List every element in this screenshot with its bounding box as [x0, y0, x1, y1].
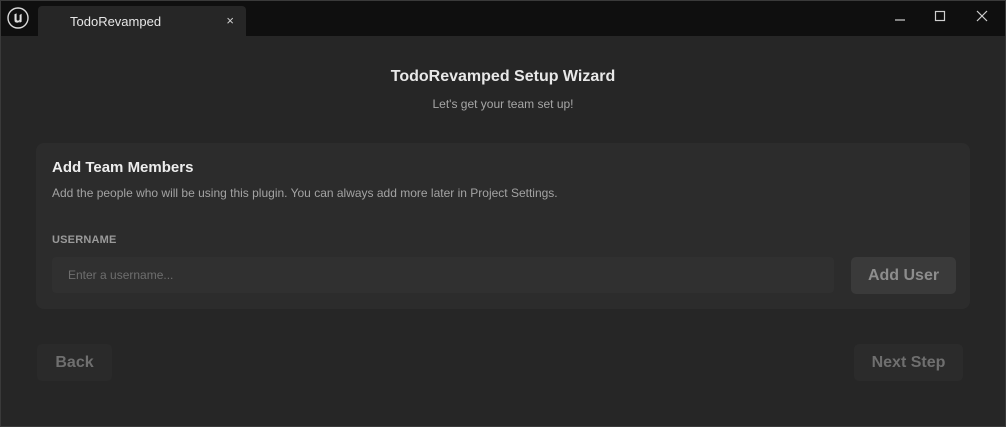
tab-label: TodoRevamped: [70, 14, 162, 29]
wizard-subtitle: Let's get your team set up!: [432, 97, 574, 111]
card-description: Add the people who will be using this pl…: [52, 186, 558, 200]
tab-todorevamped[interactable]: TodoRevamped ×: [38, 6, 246, 36]
unreal-engine-logo-icon: [7, 7, 29, 29]
maximize-button[interactable]: [920, 1, 960, 31]
close-window-button[interactable]: [962, 1, 1002, 31]
close-icon: [976, 10, 988, 22]
title-bar: TodoRevamped ×: [1, 1, 1005, 36]
tab-close-icon[interactable]: ×: [226, 13, 234, 28]
card-title: Add Team Members: [52, 159, 194, 176]
username-label: USERNAME: [52, 234, 117, 246]
app-window: TodoRevamped × TodoRevamped Setup Wizard…: [0, 0, 1006, 427]
add-user-button[interactable]: Add User: [851, 257, 956, 294]
wizard-title: TodoRevamped Setup Wizard: [390, 68, 616, 85]
add-team-members-card: Add Team Members Add the people who will…: [36, 143, 970, 309]
next-step-button[interactable]: Next Step: [854, 344, 963, 381]
maximize-icon: [934, 10, 946, 22]
back-button[interactable]: Back: [37, 344, 112, 381]
username-input[interactable]: [52, 257, 834, 293]
minimize-button[interactable]: [880, 1, 920, 31]
minimize-icon: [895, 19, 905, 21]
